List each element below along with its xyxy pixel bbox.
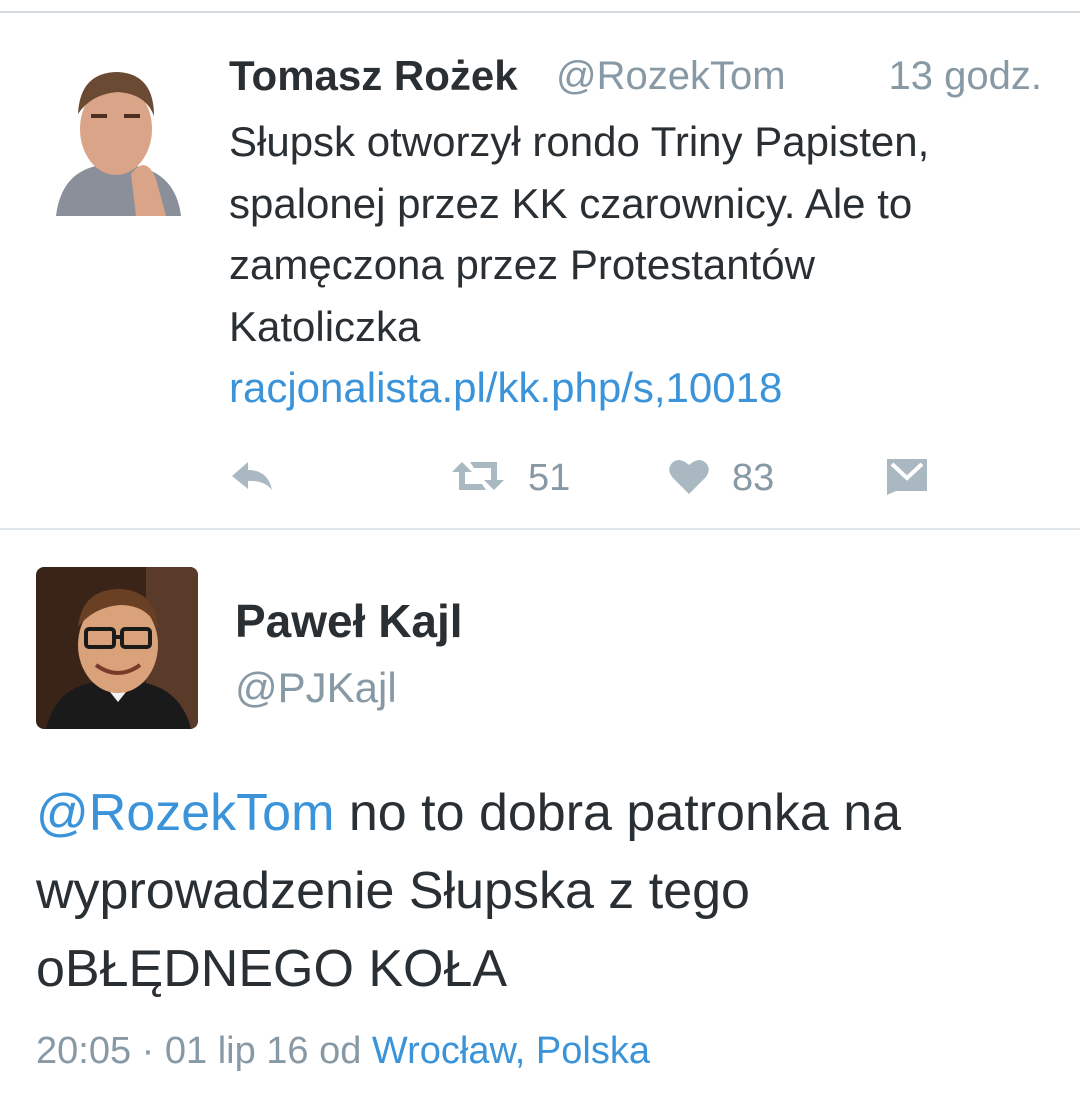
tweet-timestamp[interactable]: 20:05 · 01 lip 16 <box>36 1030 309 1072</box>
retweet-icon <box>450 456 506 501</box>
reply-icon <box>228 456 276 501</box>
tweet-text: @RozekTom no to dobra patronka na wyprow… <box>36 774 1046 1008</box>
like-button[interactable]: 83 <box>668 448 774 508</box>
tweet-text-line: zamęczona przez Protestantów <box>229 241 815 288</box>
avatar[interactable] <box>36 54 198 216</box>
author-handle[interactable]: @PJKajl <box>235 664 397 712</box>
location-link[interactable]: Wrocław, Polska <box>372 1030 650 1072</box>
reply-button[interactable] <box>228 448 276 508</box>
tweet-text-line: wyprowadzenie Słupska z tego <box>36 862 750 920</box>
author-handle[interactable]: @RozekTom <box>556 54 786 99</box>
tweet-link[interactable]: racjonalista.pl/kk.php/s,10018 <box>229 357 1049 419</box>
author-name[interactable]: Tomasz Rożek <box>229 52 518 100</box>
author-name[interactable]: Paweł Kajl <box>235 594 463 648</box>
tweet-divider <box>0 528 1080 530</box>
tweet-text-line: oBŁĘDNEGO KOŁA <box>36 940 508 998</box>
direct-message-icon <box>886 457 928 500</box>
tweet-text-line: Katoliczka <box>229 302 421 350</box>
meta-from: od <box>308 1030 372 1072</box>
heart-icon <box>668 456 710 501</box>
tweet-meta: 20:05 · 01 lip 16 od Wrocław, Polska <box>36 1030 650 1073</box>
tweet-text-line: Słupsk otworzył rondo Triny Papisten, <box>229 118 930 165</box>
tweet-text-fragment: no to dobra patronka na <box>334 784 902 842</box>
tweet-actions: 51 83 <box>0 448 1080 508</box>
retweet-count: 51 <box>528 456 571 499</box>
top-separator <box>0 0 1080 13</box>
like-count: 83 <box>732 456 775 499</box>
tweet-text-line: spalonej przez KK czarownicy. Ale to <box>229 179 913 227</box>
tweet-text: Słupsk otworzył rondo Triny Papisten, sp… <box>229 111 1049 419</box>
mention-link[interactable]: @RozekTom <box>36 784 334 842</box>
avatar[interactable] <box>36 567 198 729</box>
tweet-text-line: @RozekTom no to dobra patronka na <box>36 774 1046 852</box>
retweet-button[interactable]: 51 <box>450 448 570 508</box>
direct-message-button[interactable] <box>886 448 928 508</box>
tweet-timestamp[interactable]: 13 godz. <box>889 54 1042 99</box>
